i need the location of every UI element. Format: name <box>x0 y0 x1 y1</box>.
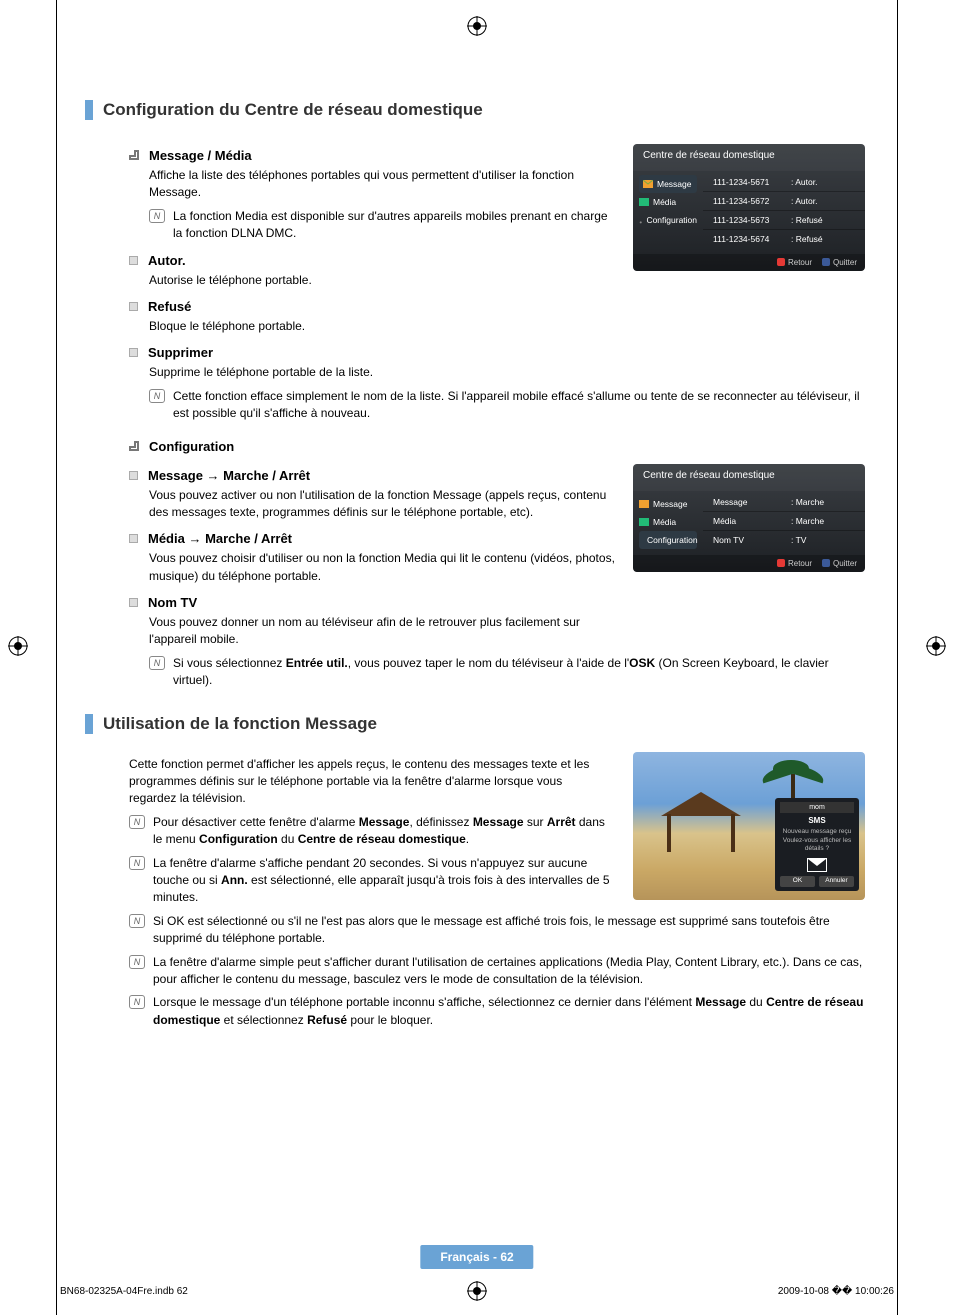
body-text: Supprime le téléphone portable de la lis… <box>149 364 865 381</box>
square-bullet-icon <box>129 302 138 311</box>
osd-side-item: Message <box>639 495 697 513</box>
envelope-icon <box>639 500 649 508</box>
doc-footer-left: BN68-02325A-04Fre.indb 62 <box>60 1286 188 1297</box>
envelope-icon <box>643 180 653 188</box>
heading-text: Autor. <box>148 253 186 268</box>
note-icon: N <box>129 955 145 969</box>
sms-popup: mom SMS Nouveau message reçu Voulez-vous… <box>775 798 859 891</box>
body-text: Autorise le téléphone portable. <box>149 272 615 289</box>
square-bullet-icon <box>129 256 138 265</box>
hollow-square-bullet-icon <box>129 441 139 451</box>
note-icon: N <box>129 856 145 870</box>
osd-row: 111-1234-5672: Autor. <box>703 191 865 210</box>
note-text: Cette fonction efface simplement le nom … <box>173 388 865 423</box>
osd-side-item: Média <box>639 193 697 211</box>
photo-preview: mom SMS Nouveau message reçu Voulez-vous… <box>633 752 865 900</box>
hut-illustration <box>661 792 741 852</box>
square-bullet-icon <box>129 348 138 357</box>
heading-text: Refusé <box>148 299 191 314</box>
popup-ok-button: OK <box>780 876 815 887</box>
note-icon: N <box>129 815 145 829</box>
note-text: Pour désactiver cette fenêtre d'alarme M… <box>153 814 615 849</box>
popup-line: Voulez-vous afficher les détails ? <box>780 837 854 855</box>
media-icon <box>639 518 649 526</box>
heading-configuration: Configuration <box>129 439 865 454</box>
registration-mark-right <box>926 636 946 656</box>
heading-text: Message → Marche / Arrêt <box>148 468 310 483</box>
square-bullet-icon <box>129 598 138 607</box>
envelope-icon <box>807 858 827 872</box>
popup-title: SMS <box>780 815 854 828</box>
document-footer: BN68-02325A-04Fre.indb 62 2009-10-08 �� … <box>60 1286 894 1297</box>
osd-title: Centre de réseau domestique <box>633 144 865 171</box>
section-bar-icon <box>85 100 93 120</box>
heading-text: Média → Marche / Arrêt <box>148 531 292 546</box>
osd-side-item: Configuration <box>639 531 697 549</box>
body-text: Vous pouvez activer ou non l'utilisation… <box>149 487 615 522</box>
osd-screenshot-devices: Centre de réseau domestique Message Médi… <box>633 144 865 271</box>
osd-row: Nom TV: TV <box>703 530 865 549</box>
doc-footer-right: 2009-10-08 �� 10:00:26 <box>778 1286 894 1297</box>
osd-row: 111-1234-5674: Refusé <box>703 229 865 248</box>
note-text: Lorsque le message d'un téléphone portab… <box>153 994 865 1029</box>
heading-text: Message / Média <box>149 148 252 163</box>
section-title: Utilisation de la fonction Message <box>103 714 377 734</box>
heading-message-media: Message / Média <box>129 148 615 163</box>
popup-line: Nouveau message reçu <box>780 828 854 837</box>
hollow-square-bullet-icon <box>129 150 139 160</box>
osd-row: 111-1234-5673: Refusé <box>703 210 865 229</box>
note-icon: N <box>149 209 165 223</box>
page-content: Configuration du Centre de réseau domest… <box>56 0 898 1315</box>
heading-text: Nom TV <box>148 595 197 610</box>
osd-title: Centre de réseau domestique <box>633 464 865 491</box>
heading-text: Supprimer <box>148 345 213 360</box>
osd-row: 111-1234-5671: Autor. <box>703 173 865 191</box>
popup-sender: mom <box>780 802 854 813</box>
osd-side-item: Message <box>639 175 697 193</box>
note-icon: N <box>149 656 165 670</box>
popup-cancel-button: Annuler <box>819 876 854 887</box>
osd-row: Message: Marche <box>703 493 865 511</box>
square-bullet-icon <box>129 471 138 480</box>
section-title-row: Configuration du Centre de réseau domest… <box>85 100 865 120</box>
osd-row: Média: Marche <box>703 511 865 530</box>
osd-side-item: Configuration <box>639 211 697 229</box>
note-icon: N <box>149 389 165 403</box>
body-text: Vous pouvez donner un nom au téléviseur … <box>149 614 615 649</box>
osd-footer: RetourQuitter <box>633 555 865 572</box>
note-icon: N <box>129 995 145 1009</box>
body-text: Affiche la liste des téléphones portable… <box>149 167 615 202</box>
heading-text: Configuration <box>149 439 234 454</box>
note-text: La fenêtre d'alarme simple peut s'affich… <box>153 954 865 989</box>
note-text: Si vous sélectionnez Entrée util., vous … <box>173 655 865 690</box>
osd-side-item: Média <box>639 513 697 531</box>
note-text: La fenêtre d'alarme s'affiche pendant 20… <box>153 855 615 907</box>
media-icon <box>639 198 649 206</box>
body-text: Cette fonction permet d'afficher les app… <box>129 756 609 808</box>
body-text: Bloque le téléphone portable. <box>149 318 615 335</box>
note-icon: N <box>129 914 145 928</box>
osd-screenshot-config: Centre de réseau domestique Message Médi… <box>633 464 865 572</box>
section-title-row: Utilisation de la fonction Message <box>85 714 865 734</box>
square-bullet-icon <box>129 534 138 543</box>
page-number-badge: Français - 62 <box>420 1245 533 1269</box>
note-text: La fonction Media est disponible sur d'a… <box>173 208 615 243</box>
section-title: Configuration du Centre de réseau domest… <box>103 100 483 120</box>
section-bar-icon <box>85 714 93 734</box>
body-text: Vous pouvez choisir d'utiliser ou non la… <box>149 550 615 585</box>
registration-mark-left <box>8 636 28 656</box>
osd-footer: RetourQuitter <box>633 254 865 271</box>
note-text: Si OK est sélectionné ou s'il ne l'est p… <box>153 913 865 948</box>
gear-icon <box>639 216 642 224</box>
